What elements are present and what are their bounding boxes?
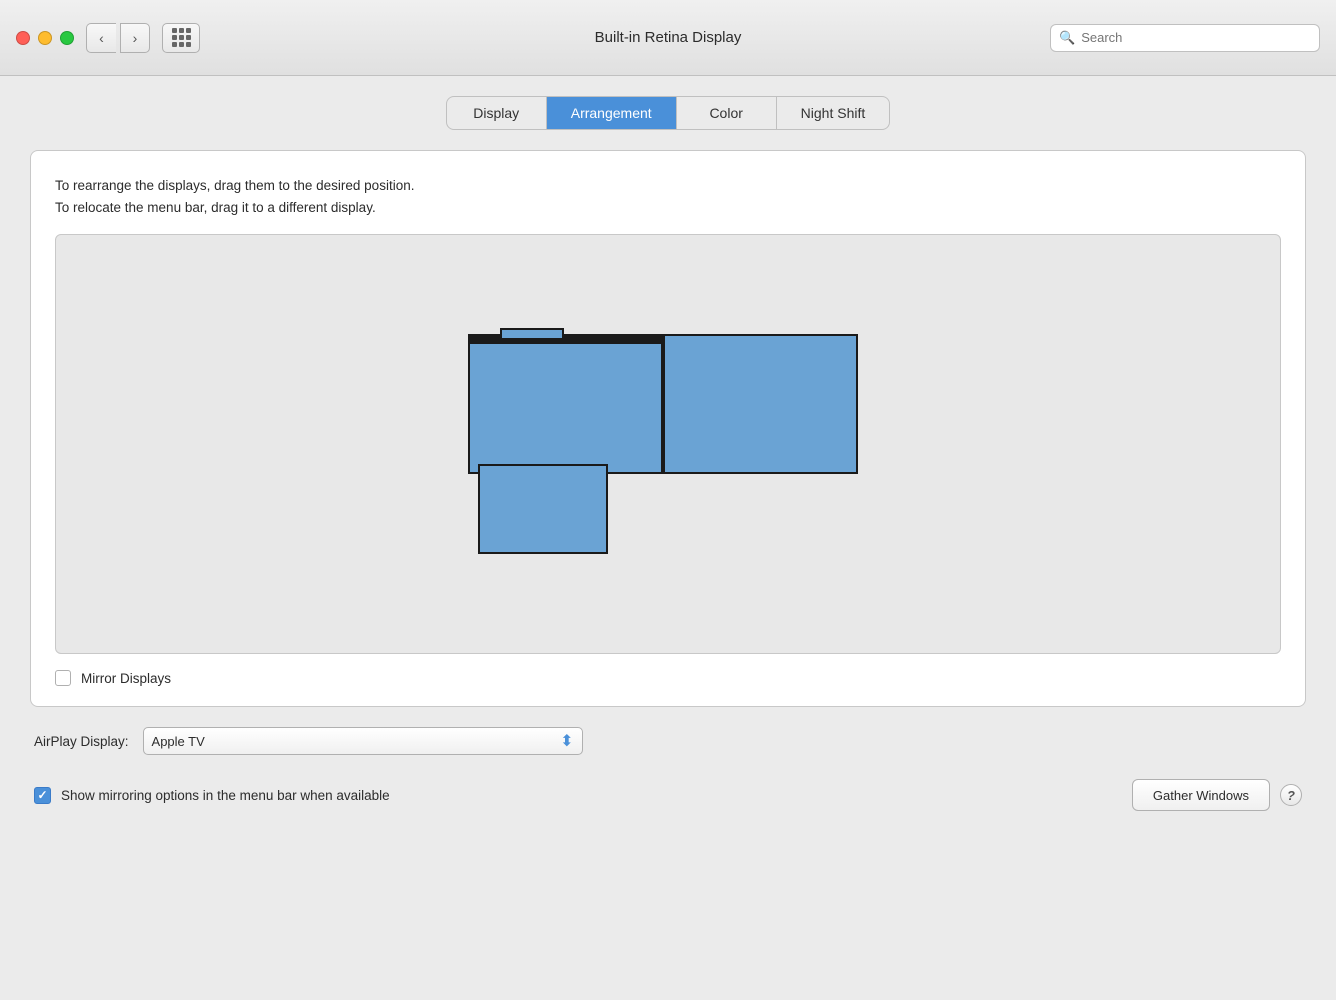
displays-wrapper [468,334,868,554]
instruction-line2: To relocate the menu bar, drag it to a d… [55,197,1281,219]
traffic-lights [16,31,74,45]
back-button[interactable]: ‹ [86,23,116,53]
help-button[interactable]: ? [1280,784,1302,806]
airplay-row: AirPlay Display: Apple TV ⬍ [30,727,1306,755]
instruction-text: To rearrange the displays, drag them to … [55,175,1281,218]
airplay-select[interactable]: Apple TV ⬍ [143,727,583,755]
maximize-button[interactable] [60,31,74,45]
back-icon: ‹ [99,30,104,46]
search-icon: 🔍 [1059,30,1075,46]
close-button[interactable] [16,31,30,45]
show-mirroring-row: ✓ Show mirroring options in the menu bar… [34,787,390,804]
gather-windows-button[interactable]: Gather Windows [1132,779,1270,811]
tab-night-shift[interactable]: Night Shift [777,97,890,129]
tab-display[interactable]: Display [447,97,547,129]
bottom-buttons: Gather Windows ? [1132,779,1302,811]
grid-button[interactable] [162,23,200,53]
search-box[interactable]: 🔍 [1050,24,1320,52]
show-mirroring-checkbox[interactable]: ✓ [34,787,51,804]
mirror-row: Mirror Displays [55,670,1281,686]
minimize-button[interactable] [38,31,52,45]
stepper-icon: ⬍ [560,731,573,751]
tabs-container: Display Arrangement Color Night Shift [30,96,1306,130]
tab-color[interactable]: Color [677,97,777,129]
arrangement-panel: To rearrange the displays, drag them to … [30,150,1306,707]
tab-arrangement[interactable]: Arrangement [547,97,677,129]
menubar-indicator [470,336,661,344]
display-arrangement-area [55,234,1281,654]
show-mirroring-label: Show mirroring options in the menu bar w… [61,788,390,803]
checkmark-icon: ✓ [37,789,47,801]
nav-buttons: ‹ › [86,23,150,53]
search-input[interactable] [1081,30,1311,45]
instruction-line1: To rearrange the displays, drag them to … [55,175,1281,197]
forward-icon: › [133,30,138,46]
titlebar: ‹ › Built-in Retina Display 🔍 [0,0,1336,76]
tabs: Display Arrangement Color Night Shift [446,96,891,130]
mirror-displays-checkbox[interactable] [55,670,71,686]
display-small[interactable] [478,464,608,554]
airplay-label: AirPlay Display: [34,734,129,749]
airplay-select-value: Apple TV [152,734,205,749]
display-main[interactable] [468,334,663,474]
bottom-row: ✓ Show mirroring options in the menu bar… [30,779,1306,811]
main-content: Display Arrangement Color Night Shift To… [0,76,1336,1000]
mirror-displays-label: Mirror Displays [81,671,171,686]
window-title: Built-in Retina Display [595,29,742,46]
display-secondary[interactable] [663,334,858,474]
grid-icon [172,28,191,47]
forward-button[interactable]: › [120,23,150,53]
